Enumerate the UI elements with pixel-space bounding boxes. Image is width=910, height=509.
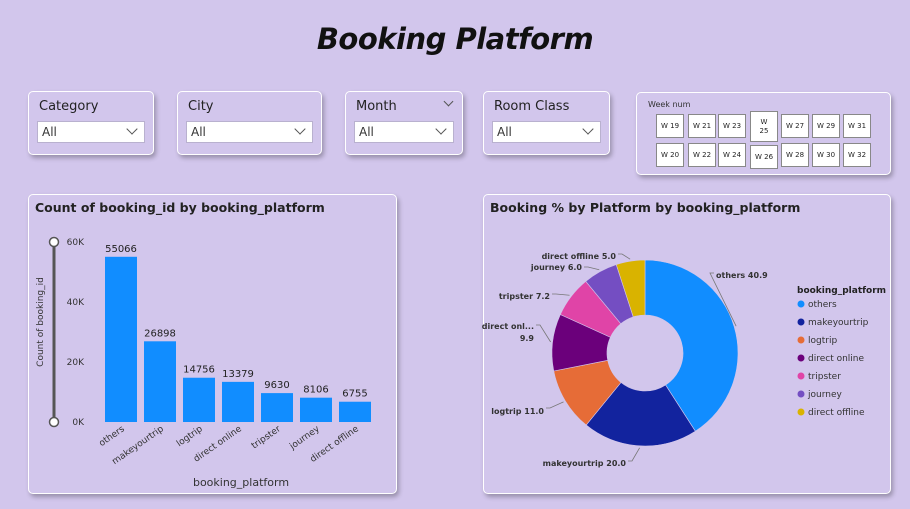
week-button-w26[interactable]: W 26 (750, 145, 778, 169)
bar-chart-card: Count of booking_id by booking_platform … (28, 194, 397, 494)
y-tick-label: 40K (67, 298, 85, 308)
category-slicer: Category All (28, 91, 154, 155)
chevron-down-icon (582, 123, 594, 135)
bar-data-label: 8106 (303, 385, 328, 396)
legend-item[interactable]: makeyourtrip (808, 318, 869, 328)
slice-data-label: others 40.9 (716, 271, 768, 280)
leader-line (536, 324, 551, 343)
bar-direct-offline[interactable] (339, 401, 371, 422)
leader-line (546, 401, 564, 409)
bar-journey[interactable] (300, 397, 332, 422)
bar-data-label: 26898 (144, 328, 176, 339)
y-tick-label: 60K (67, 238, 85, 248)
donut-chart: others 40.9 makeyourtrip 20.0 logtrip 11.0… (482, 252, 886, 468)
week-button-w30[interactable]: W 30 (812, 143, 840, 167)
x-tick-label: journey (287, 424, 322, 453)
slice-data-label: direct offline 5.0 (542, 252, 617, 261)
week-button-w32[interactable]: W 32 (843, 143, 871, 167)
week-num-title: Week num (648, 100, 691, 109)
week-button-w27[interactable]: W 27 (781, 114, 809, 138)
leader-line (552, 293, 570, 296)
bar-data-label: 14756 (183, 365, 215, 376)
leader-line (628, 447, 640, 462)
bar-others[interactable] (105, 256, 137, 422)
donut-chart-card: Booking % by Platform by booking_platfor… (482, 194, 891, 494)
week-button-w24[interactable]: W 24 (718, 143, 746, 167)
y-tick-label: 20K (67, 358, 85, 368)
bar-data-label: 55066 (105, 244, 137, 255)
room-class-dropdown[interactable]: All (492, 121, 601, 143)
bar-tripster[interactable] (261, 393, 293, 422)
room-class-value: All (497, 125, 512, 139)
legend-marker (797, 354, 805, 362)
chevron-down-icon[interactable] (443, 96, 454, 107)
legend-marker (797, 408, 805, 416)
city-slicer: City All (177, 91, 322, 155)
zoom-slider-handle-bottom[interactable] (48, 416, 60, 428)
bar-data-label: 6755 (342, 389, 367, 400)
week-button-w19[interactable]: W 19 (656, 114, 684, 138)
y-axis-label: Count of booking_id (36, 277, 46, 367)
page-title: Booking Platform (316, 22, 594, 56)
leader-line (584, 266, 600, 271)
city-value: All (191, 125, 206, 139)
room-class-slicer: Room Class All (483, 91, 610, 155)
room-class-label: Room Class (494, 99, 570, 114)
slice-data-label: logtrip 11.0 (491, 407, 544, 416)
week-button-w21[interactable]: W 21 (688, 114, 716, 138)
category-label: Category (39, 99, 99, 114)
legend-item[interactable]: direct offline (808, 408, 865, 418)
slice-data-label: journey 6.0 (530, 263, 583, 272)
bar-logtrip[interactable] (183, 377, 215, 422)
x-tick-label: tripster (250, 424, 283, 451)
week-button-w25[interactable]: W 25 (750, 111, 778, 142)
y-tick-label: 0K (72, 418, 85, 428)
legend-item[interactable]: tripster (808, 372, 841, 382)
week-button-w20[interactable]: W 20 (656, 143, 684, 167)
category-dropdown[interactable]: All (37, 121, 145, 143)
legend-marker (797, 318, 805, 326)
week-button-w31[interactable]: W 31 (843, 114, 871, 138)
leader-line (618, 253, 631, 260)
slice-data-label: direct onl... (482, 322, 534, 331)
chevron-down-icon (435, 123, 447, 135)
week-button-w29[interactable]: W 29 (812, 114, 840, 138)
bar-data-label: 9630 (264, 380, 289, 391)
legend-title: booking_platform (797, 286, 886, 296)
legend-item[interactable]: direct online (808, 354, 865, 364)
legend-item[interactable]: logtrip (808, 336, 837, 346)
bar-data-label: 13379 (222, 369, 254, 380)
chevron-down-icon (294, 123, 306, 135)
bar-direct-online[interactable] (222, 381, 254, 422)
month-label: Month (356, 99, 397, 114)
legend-marker (797, 336, 805, 344)
zoom-slider-handle-top[interactable] (48, 236, 60, 248)
legend-item[interactable]: journey (807, 390, 842, 400)
x-tick-label: others (97, 424, 126, 449)
week-button-w22[interactable]: W 22 (688, 143, 716, 167)
week-num-slicer: Week num W 19 W 21 W 23 W 25 W 27 W 29 W 31 W 20… (636, 92, 891, 175)
chevron-down-icon (126, 123, 138, 135)
city-label: City (188, 99, 214, 114)
month-value: All (359, 125, 374, 139)
slice-data-label: makeyourtrip 20.0 (543, 459, 627, 468)
bar-chart: 0K 20K 40K 60K Count of booking_id 55066 other… (36, 236, 371, 489)
legend-marker (797, 300, 805, 308)
month-dropdown[interactable]: All (354, 121, 454, 143)
slice-data-label: tripster 7.2 (499, 292, 550, 301)
legend-item[interactable]: others (808, 300, 837, 310)
slice-data-label: 9.9 (520, 334, 535, 343)
x-tick-label: logtrip (175, 424, 205, 449)
category-value: All (42, 125, 57, 139)
week-button-w28[interactable]: W 28 (781, 143, 809, 167)
bar-makeyourtrip[interactable] (144, 341, 176, 422)
month-slicer: Month All (345, 91, 463, 155)
x-axis-label: booking_platform (193, 476, 289, 489)
week-button-w23[interactable]: W 23 (718, 114, 746, 138)
legend-marker (797, 390, 805, 398)
legend-marker (797, 372, 805, 380)
city-dropdown[interactable]: All (186, 121, 313, 143)
